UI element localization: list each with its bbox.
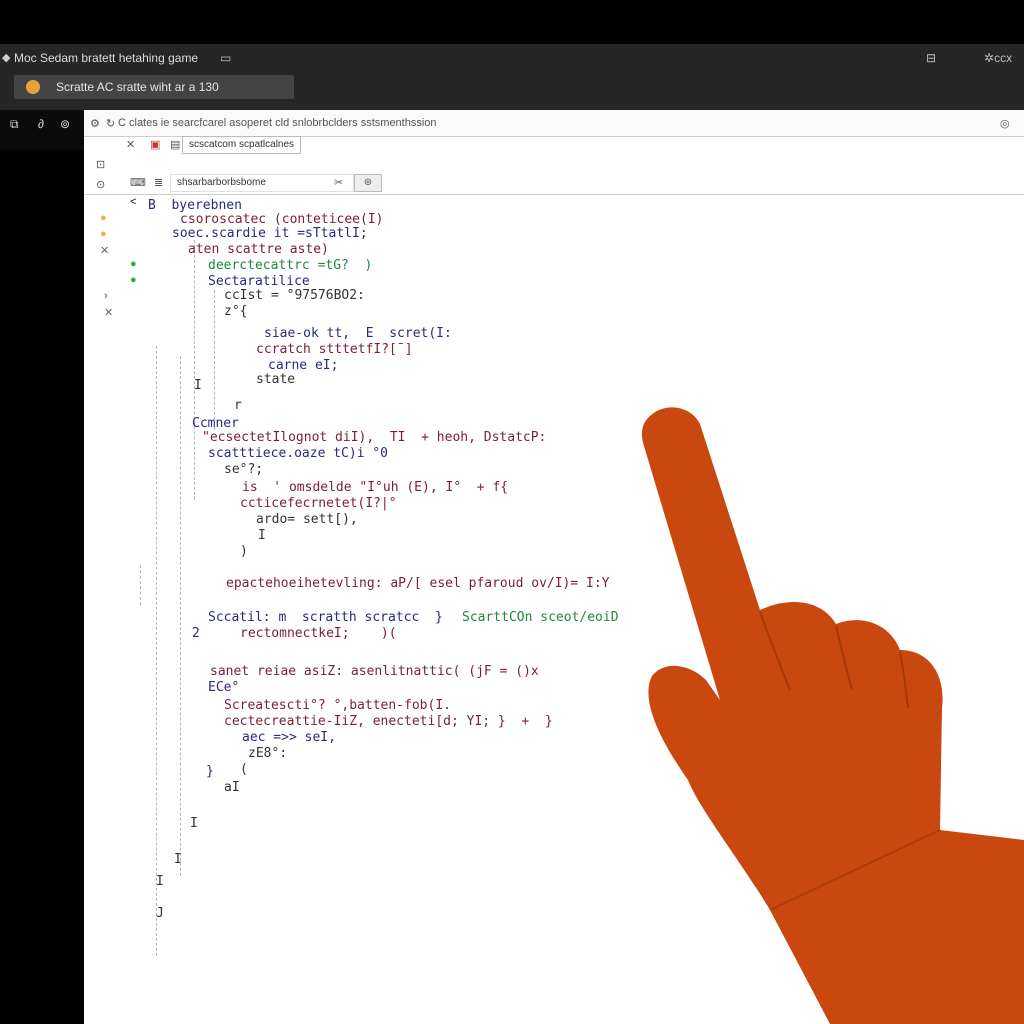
code-line: epactehoeihetevling: aP/[ esel pfaroud o…	[226, 576, 610, 591]
restore-icon[interactable]: ⊟	[926, 51, 936, 65]
code-line: z°{	[224, 304, 248, 319]
close-button[interactable]: ✲ccx	[984, 51, 1012, 65]
forward-icon[interactable]: ∂	[38, 117, 44, 131]
code-line: rectomnectkeI; )(	[240, 626, 397, 641]
code-line: cectecreattie-IiZ, enecteti[d; YI; } + }	[224, 714, 553, 729]
code-line: aten scattre aste)	[188, 242, 329, 257]
code-line: zE8°:	[248, 746, 288, 761]
code-line: is ' omsdelde "I°uh (E), I° + f{	[242, 480, 509, 495]
code-line: Screatescti°? °,batten-fob(I.	[224, 698, 451, 713]
left-toolbar: ⧉ ∂ ⊚	[0, 110, 84, 150]
code-line: se°?;	[224, 462, 264, 477]
refresh-icon[interactable]: ⊚	[60, 117, 70, 131]
code-line: )	[240, 544, 248, 559]
code-line: sanet reiae asiZ: asenlitnattic( (jF = (…	[210, 664, 539, 679]
code-line: I	[190, 816, 198, 831]
code-line: ScarttCOn sceot/eoiD	[462, 610, 619, 625]
code-line: 2	[192, 626, 200, 641]
code-line: state	[256, 372, 296, 387]
code-line: I	[258, 528, 266, 543]
code-line: ccticefecrnetet(I?|°	[240, 496, 397, 511]
tab-active[interactable]: Scratte AC sratte wiht ar a 130	[14, 75, 294, 99]
code-line: Sccatil: m scratth scratcc }	[208, 610, 443, 625]
code-line: siae-ok tt, E scret(I:	[264, 326, 452, 341]
code-line: (	[240, 762, 248, 777]
title-row: ◆ Moc Sedam bratett hetahing game ▭ ⊟ ✲c…	[0, 44, 1024, 72]
code-line: ccIst = °97576BO2:	[224, 288, 365, 303]
code-line: I	[194, 378, 202, 393]
minimize-icon[interactable]: ▭	[220, 51, 231, 65]
code-line: "ecsectetIlognot diI), TI + heoh, Dstatc…	[202, 430, 547, 445]
window-icon: ◆	[2, 52, 11, 64]
code-line: }	[206, 764, 214, 779]
code-line: aI	[224, 780, 240, 795]
code-area[interactable]: B byerebnen csoroscatec (conteticee(I) soe…	[84, 110, 1024, 1024]
code-editor: ⚙ ↻ C clates ie searcfcarel asoperet cld…	[84, 110, 1024, 1024]
code-line: I	[174, 852, 182, 867]
code-line: aec =>> seI,	[242, 730, 336, 745]
code-line: ardo= sett[),	[256, 512, 358, 527]
code-line: soec.scardie it =sTtatlI;	[172, 226, 368, 241]
tab-label: Scratte AC sratte wiht ar a 130	[56, 80, 219, 94]
code-line: deerctecattrc =tG? )	[208, 258, 373, 273]
title-bar: ◆ Moc Sedam bratett hetahing game ▭ ⊟ ✲c…	[0, 44, 1024, 110]
code-line: ECe°	[208, 680, 240, 695]
back-icon[interactable]: ⧉	[10, 117, 19, 132]
code-line: I	[156, 874, 164, 889]
app-logo-icon	[26, 80, 40, 94]
code-line: ccratch stttetfI?[ˉ]	[256, 342, 413, 357]
window-title: Moc Sedam bratett hetahing game	[14, 51, 199, 65]
code-line: scatttiece.oaze tC)i °0	[208, 446, 389, 461]
code-line: J	[156, 906, 164, 921]
code-line: r	[234, 398, 242, 413]
